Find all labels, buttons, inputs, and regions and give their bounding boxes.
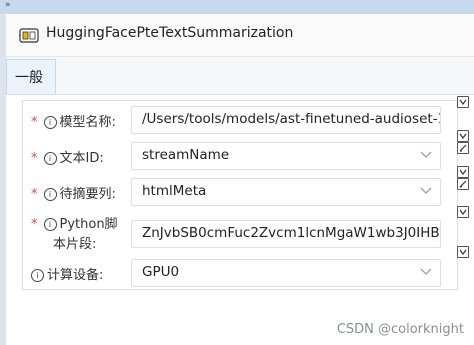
panel-header: HuggingFacePteTextSummarization [6,14,474,57]
text-id-value: streamName [142,147,230,163]
window-title: HuggingFacePteTextSummarization [46,25,294,41]
field-row-compute-device: i 计算设备: GPU0 [23,255,457,289]
field-label: * i 待摘要列: [31,187,116,202]
watermark: CSDN @colorknight [336,322,464,337]
compute-device-value: GPU0 [142,264,180,280]
expand-icon[interactable] [457,206,469,218]
component-icon [19,28,39,43]
required-marker: * [31,115,38,130]
info-icon[interactable]: i [31,269,44,282]
info-icon[interactable]: i [43,116,57,129]
info-icon[interactable]: i [43,218,57,231]
edit-icon[interactable] [457,178,469,190]
model-name-value: /Users/tools/models/ast-finetuned-audios… [142,111,441,127]
settings-form: * i 模型名称: /Users/tools/models/ast-finetune… [22,100,458,290]
info-icon[interactable]: i [43,188,57,201]
field-row-python-script: * i Python脚 本片段: ZnJvbSB0cmFuc2Zvcm1lcnMga… [23,209,457,255]
summary-column-value: htmlMeta [142,183,207,199]
python-script-input[interactable]: ZnJvbSB0cmFuc2Zvcm1lcnMgaW1wb3J0IHBpcG [131,220,441,248]
field-label: * i 文本ID: [31,151,104,166]
field-label: * i 模型名称: [31,115,116,130]
tab-general-label: 一般 [15,70,43,86]
double-chevron-right-icon[interactable]: » [5,0,11,10]
field-label-continued: 本片段: [53,237,97,252]
tab-bar: 一般 [6,57,474,95]
python-script-value: ZnJvbSB0cmFuc2Zvcm1lcnMgaW1wb3J0IHBpcG [142,225,441,241]
model-name-input[interactable]: /Users/tools/models/ast-finetuned-audios… [131,106,441,134]
field-row-summary-column: * i 待摘要列: htmlMeta [23,173,457,209]
info-icon[interactable]: i [43,152,57,165]
chevron-down-icon [420,151,432,158]
expand-icon[interactable] [457,130,469,142]
chevron-down-icon [420,187,432,194]
chevron-down-icon [420,268,432,275]
required-marker: * [31,151,38,166]
tab-general[interactable]: 一般 [6,59,56,94]
field-label: * i Python脚 [31,217,118,232]
field-row-model-name: * i 模型名称: /Users/tools/models/ast-finetune… [23,101,457,137]
summary-column-select[interactable]: htmlMeta [131,178,441,206]
field-row-text-id: * i 文本ID: streamName [23,137,457,173]
top-strip: » [0,0,474,14]
required-marker: * [31,187,38,202]
required-marker: * [31,217,38,232]
expand-icon[interactable] [457,246,469,258]
properties-panel: HuggingFacePteTextSummarization 一般 * i 模型名… [6,14,474,345]
compute-device-select[interactable]: GPU0 [131,259,441,287]
text-id-select[interactable]: streamName [131,142,441,170]
expand-icon[interactable] [457,166,469,178]
edit-icon[interactable] [457,142,469,154]
expand-icon[interactable] [457,96,469,108]
field-label: i 计算设备: [31,264,103,283]
